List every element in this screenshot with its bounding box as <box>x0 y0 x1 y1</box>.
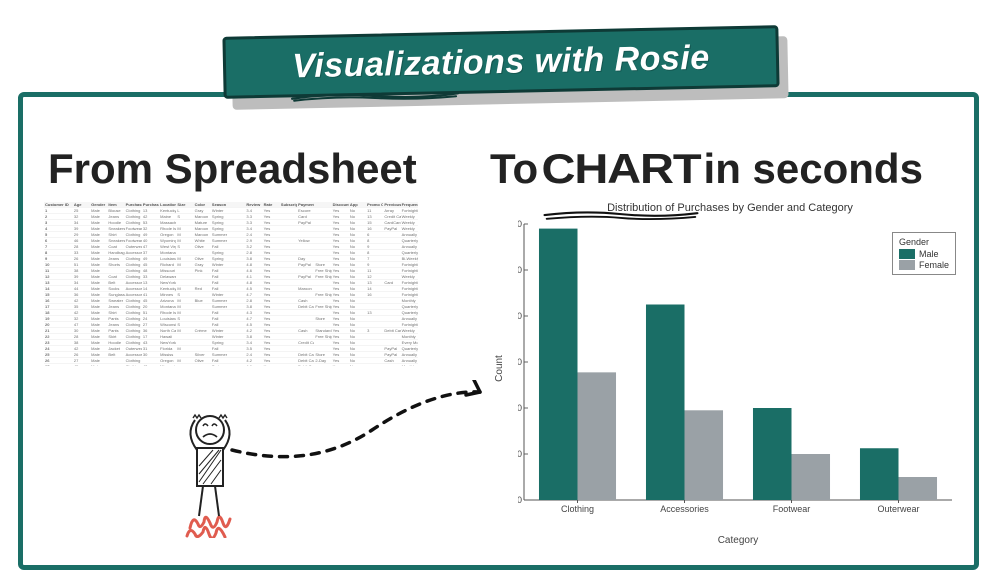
chart-xlabel: Category <box>518 535 958 546</box>
legend-title: Gender <box>899 237 949 247</box>
chart: Distribution of Purchases by Gender and … <box>490 202 970 552</box>
svg-text:400: 400 <box>518 403 522 413</box>
heading-right-post: in seconds <box>692 145 923 192</box>
dashed-arrow <box>222 380 502 470</box>
spreadsheet-thumbnail: Customer IDAgeGenderItemPurchased Catego… <box>44 202 418 366</box>
chart-title: Distribution of Purchases by Gender and … <box>490 202 970 214</box>
svg-text:800: 800 <box>518 311 522 321</box>
svg-text:200: 200 <box>518 449 522 459</box>
chart-ylabel: Count <box>492 218 506 518</box>
svg-text:1000: 1000 <box>518 265 522 275</box>
legend-label: Male <box>919 249 939 259</box>
svg-text:1200: 1200 <box>518 219 522 229</box>
chart-legend: Gender MaleFemale <box>892 232 956 275</box>
svg-text:Clothing: Clothing <box>561 504 594 514</box>
svg-text:600: 600 <box>518 357 522 367</box>
svg-text:Accessories: Accessories <box>660 504 709 514</box>
chart-plot: 0 200 400 600 800 1000 1200 Clothing Accessories… <box>518 218 958 518</box>
legend-swatch <box>899 260 915 270</box>
title-banner: Visualizations with Rosie <box>222 25 779 99</box>
legend-swatch <box>899 249 915 259</box>
legend-row: Male <box>899 249 949 259</box>
legend-label: Female <box>919 260 949 270</box>
svg-text:0: 0 <box>518 495 522 505</box>
heading-right: To CHART in seconds <box>490 145 923 193</box>
heading-left: From Spreadsheet <box>48 145 417 193</box>
svg-text:Outerwear: Outerwear <box>877 504 919 514</box>
banner-title: Visualizations with Rosie <box>292 38 710 86</box>
legend-row: Female <box>899 260 949 270</box>
heading-right-word: CHART <box>541 145 700 193</box>
svg-text:Footwear: Footwear <box>773 504 811 514</box>
heading-right-underline <box>541 185 700 199</box>
